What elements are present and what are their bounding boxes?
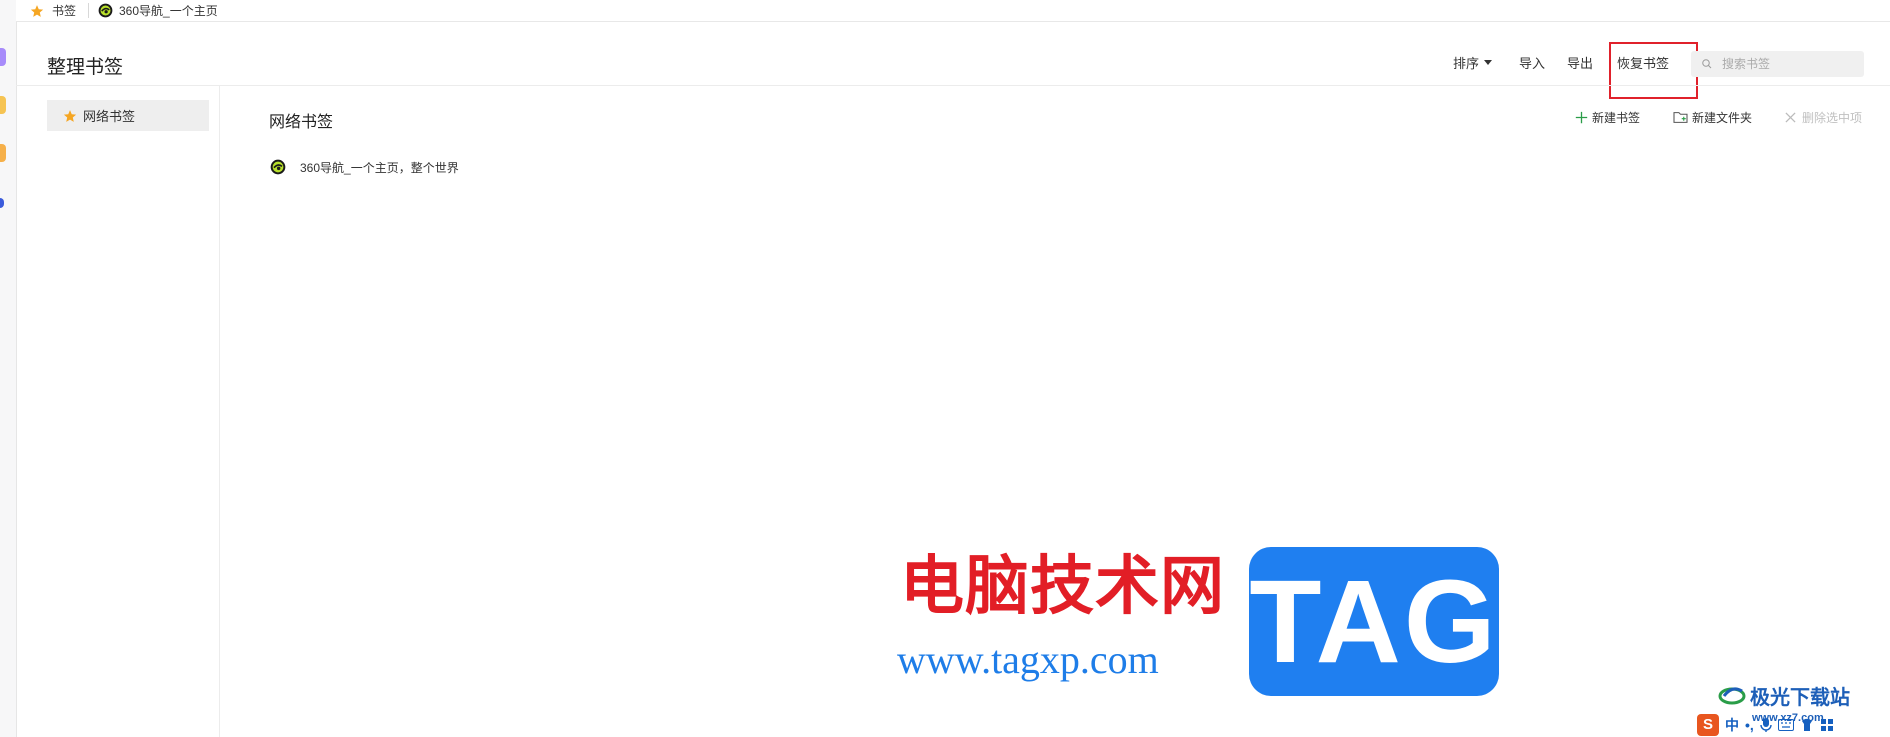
bookmark-bar-item-360[interactable]: 360导航_一个主页 xyxy=(98,2,218,19)
grid-menu-icon[interactable] xyxy=(1820,718,1834,732)
window-edge-strip xyxy=(0,0,17,737)
page-title: 整理书签 xyxy=(47,57,124,78)
new-folder-icon xyxy=(1673,111,1688,123)
search-box[interactable] xyxy=(1691,51,1864,77)
restore-bookmarks-button[interactable]: 恢复书签 xyxy=(1617,52,1669,72)
360-logo-icon xyxy=(98,3,113,18)
close-icon xyxy=(1785,111,1796,123)
bookmark-bar: 书签 360导航_一个主页 xyxy=(16,0,1890,22)
new-folder-label: 新建文件夹 xyxy=(1692,110,1753,125)
microphone-icon[interactable] xyxy=(1760,717,1772,733)
bookmark-bar-item-bookmarks[interactable]: 书签 xyxy=(30,2,76,19)
punctuation-icon[interactable]: •, xyxy=(1745,717,1754,733)
header-divider xyxy=(16,85,1890,86)
bookmark-bar-separator xyxy=(88,3,89,18)
skin-icon[interactable] xyxy=(1800,718,1814,732)
sogou-ime-icon[interactable]: S xyxy=(1697,713,1719,736)
sort-button[interactable]: 排序 xyxy=(1453,52,1493,72)
new-bookmark-label: 新建书签 xyxy=(1592,110,1641,125)
bookmark-bar-label: 360导航_一个主页 xyxy=(119,4,218,18)
bookmark-row[interactable]: 360导航_一个主页，整个世界 xyxy=(270,157,459,177)
section-title: 网络书签 xyxy=(269,114,334,131)
star-icon xyxy=(63,109,77,122)
bookmark-title: 360导航_一个主页，整个世界 xyxy=(300,160,459,175)
watermark-cn-text: 电脑技术网 xyxy=(900,550,1225,624)
delete-selected-button[interactable]: 删除选中项 xyxy=(1785,108,1862,126)
new-folder-button[interactable]: 新建文件夹 xyxy=(1673,108,1752,126)
watermark-tag-text: TAG xyxy=(1249,555,1499,688)
plus-icon xyxy=(1575,111,1588,123)
import-button[interactable]: 导入 xyxy=(1519,52,1545,72)
corner-brand-text: 极光下载站 xyxy=(1750,684,1850,709)
search-icon xyxy=(1702,59,1712,69)
keyboard-icon[interactable] xyxy=(1777,718,1794,731)
sort-label: 排序 xyxy=(1453,55,1480,71)
new-bookmark-button[interactable]: 新建书签 xyxy=(1575,108,1640,126)
edge-tab-purple[interactable] xyxy=(0,48,6,66)
360-logo-icon xyxy=(270,159,286,175)
watermark-url: www.tagxp.com xyxy=(897,637,1159,682)
watermark-tag-logo: TAG xyxy=(1249,547,1499,696)
export-button[interactable]: 导出 xyxy=(1567,52,1593,72)
sidebar-item-network-bookmarks[interactable]: 网络书签 xyxy=(47,100,209,131)
bookmark-bar-label: 书签 xyxy=(52,4,77,18)
sidebar: 网络书签 xyxy=(16,86,220,737)
edge-tab-orange[interactable] xyxy=(0,144,6,162)
edge-tab-yellow[interactable] xyxy=(0,96,6,114)
ime-toolbar: S 中 •, xyxy=(1697,712,1890,737)
corner-brand-logo: 极光下载站 xyxy=(1718,678,1850,712)
chevron-down-icon xyxy=(1484,59,1493,65)
star-icon xyxy=(30,4,44,17)
search-input[interactable] xyxy=(1720,56,1864,72)
sidebar-item-label: 网络书签 xyxy=(83,109,136,124)
ime-mode-indicator[interactable]: 中 xyxy=(1725,715,1739,735)
delete-selected-label: 删除选中项 xyxy=(1802,110,1863,125)
edge-tab-blue[interactable] xyxy=(0,198,4,208)
aurora-logo-icon xyxy=(1718,687,1746,705)
